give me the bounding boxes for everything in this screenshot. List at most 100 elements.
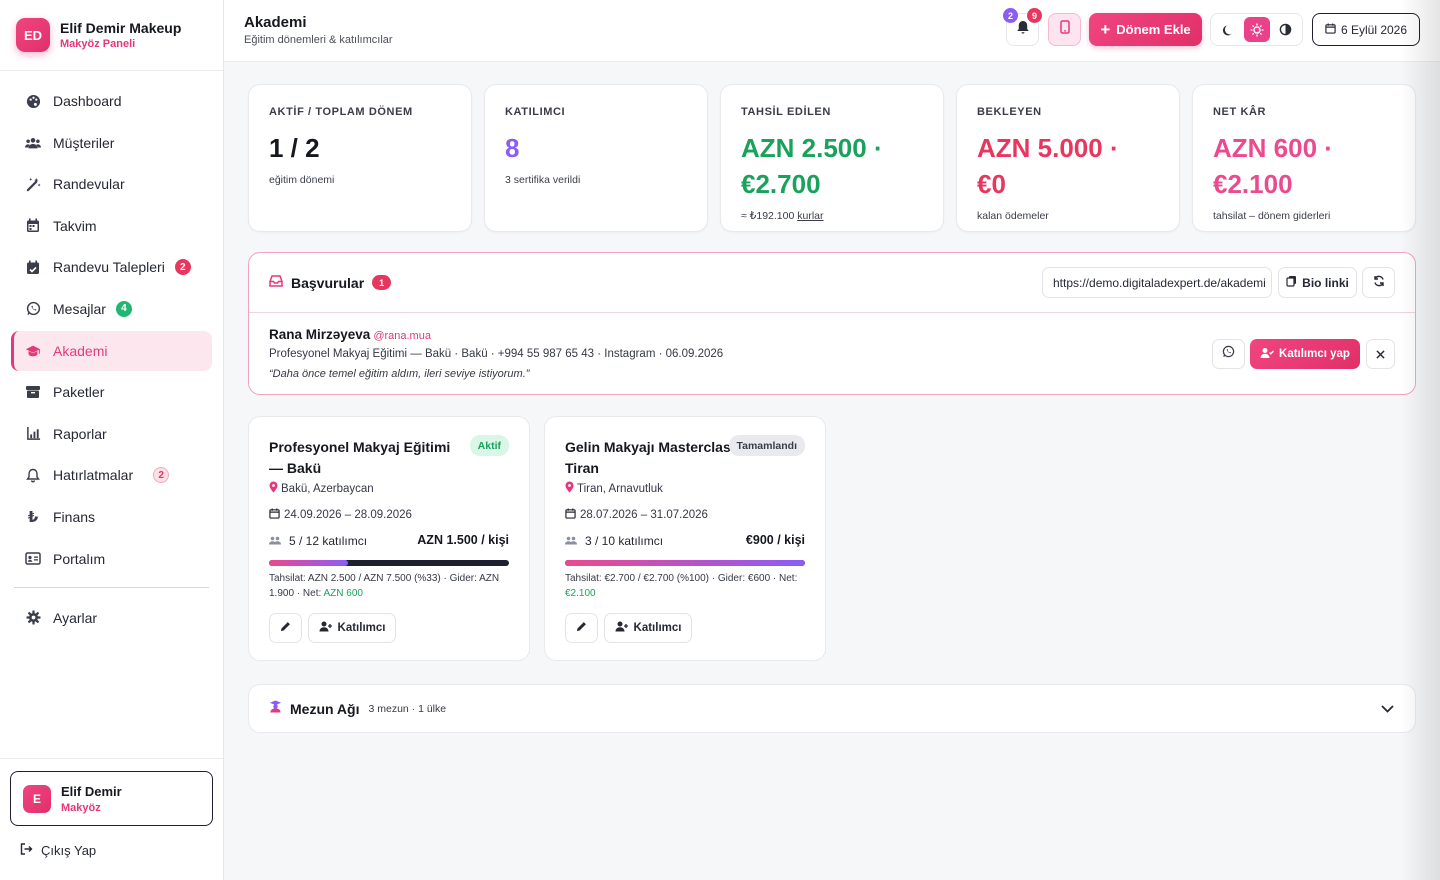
contrast-icon[interactable] (1272, 17, 1298, 42)
chevron-down-icon[interactable] (1380, 700, 1395, 722)
brand: ED Elif Demir Makeup Makyöz Paneli (0, 0, 223, 71)
program-dates: 28.07.2026 – 31.07.2026 (565, 508, 708, 522)
bio-link-button[interactable]: Bio linki (1278, 267, 1357, 298)
payment-progress-fill (269, 560, 349, 566)
sidebar-item-finans[interactable]: ₺ Finans (11, 497, 212, 537)
page-title: Akademi (244, 14, 307, 31)
status-badge: Aktif (469, 435, 509, 456)
program-dates-text: 24.09.2026 – 28.09.2026 (284, 509, 412, 521)
applicant-quote: “Daha önce temel eğitim aldım, ileri sev… (269, 368, 530, 380)
sidebar-item-label: Hatırlatmalar (53, 467, 134, 484)
alumni-meta: 3 mezun · 1 ülke (368, 702, 447, 715)
stat-value: AZN 600 · €2.100 (1213, 130, 1395, 202)
make-participant-button[interactable]: Katılımcı yap (1250, 339, 1360, 369)
stat-note: eğitim dönemi (269, 174, 335, 186)
stat-value-line2: €2.700 (741, 169, 821, 199)
stat-label: KATILIMCI (505, 106, 566, 118)
inbox-icon (269, 274, 283, 292)
program-price: AZN 1.500 / kişi (417, 533, 509, 547)
whatsapp-icon (1222, 345, 1235, 363)
stat-card-pending: BEKLEYEN AZN 5.000 · €0 kalan ödemeler (956, 84, 1180, 232)
program-net-value: €2.100 (565, 588, 596, 599)
calendar-icon (25, 218, 41, 234)
users-icon (269, 534, 281, 548)
program-participants-text: 3 / 10 katılımcı (585, 534, 664, 548)
top-header: Akademi Eğitim dönemleri & katılımcılar … (224, 0, 1440, 62)
stat-note: kalan ödemeler (977, 210, 1049, 222)
program-location-text: Tiran, Arnavutluk (577, 482, 663, 495)
user-name: Elif Demir (61, 783, 122, 799)
bio-url-field[interactable]: https://demo.digitaladexpert.de/akademi (1042, 267, 1272, 298)
sidebar-item-raporlar[interactable]: Raporlar (11, 414, 212, 454)
sidebar-item-label: Müşteriler (53, 134, 115, 151)
sidebar-item-paketler[interactable]: Paketler (11, 372, 212, 412)
stat-value: AZN 5.000 · €0 (977, 130, 1159, 202)
sidebar-item-akademi[interactable]: Akademi (11, 330, 212, 371)
add-participant-button[interactable]: Katılımcı (604, 613, 692, 643)
program-location: Bakü, Azerbaycan (269, 481, 374, 496)
logout-link[interactable]: Çıkış Yap (20, 843, 96, 858)
stat-card-participants: KATILIMCI 8 3 sertifika verildi (484, 84, 708, 232)
reject-button[interactable] (1366, 339, 1395, 369)
plus-icon: + (1100, 20, 1111, 39)
bio-link-label: Bio linki (1302, 275, 1349, 290)
palette-icon (25, 93, 41, 109)
user-card[interactable]: E Elif Demir Makyöz (10, 771, 213, 826)
sidebar-item-ayarlar[interactable]: Ayarlar (11, 598, 212, 638)
user-plus-icon (615, 621, 629, 635)
sidebar-item-randevu-talepleri[interactable]: Randevu Talepleri 2 (11, 247, 212, 287)
notifications-button[interactable]: 2 9 (1003, 8, 1042, 46)
sidebar-item-mesajlar[interactable]: Mesajlar 4 (11, 289, 212, 329)
program-card: Profesyonel Makyaj Eğitimi — Bakü Aktif … (248, 416, 530, 661)
program-participants: 5 / 12 katılımcı (269, 534, 367, 548)
sidebar-item-randevular[interactable]: Randevular (11, 164, 212, 204)
alumni-network-panel[interactable]: Mezun Ağı 3 mezun · 1 ülke (248, 684, 1416, 733)
moon-icon[interactable] (1215, 17, 1241, 42)
user-divider (0, 758, 223, 759)
applications-panel: Başvurular 1 https://demo.digitaladexper… (248, 252, 1416, 395)
sidebar-item-musteriler[interactable]: Müşteriler (11, 123, 212, 163)
sidebar-item-dashboard[interactable]: Dashboard (11, 81, 212, 121)
make-participant-label: Katılımcı yap (1279, 348, 1350, 360)
stat-note: 3 sertifika verildi (505, 174, 581, 186)
edit-button[interactable] (565, 613, 598, 643)
sidebar-item-hatirlatmalar[interactable]: Hatırlatmalar 2 (11, 455, 212, 495)
avatar: E (23, 784, 51, 813)
whatsapp-button[interactable] (1212, 339, 1245, 369)
payment-progress-bar (565, 560, 805, 566)
reminders-count-badge: 2 (153, 467, 170, 484)
requests-count-badge: 2 (174, 259, 191, 276)
add-participant-label: Katılımcı (633, 622, 682, 634)
edit-button[interactable] (269, 613, 302, 643)
refresh-button[interactable] (1362, 267, 1395, 298)
program-finance-summary: Tahsilat: AZN 2.500 / AZN 7.500 (%33) · … (269, 571, 509, 601)
whatsapp-icon (25, 301, 41, 317)
stat-value-line1: AZN 5.000 · (977, 133, 1119, 163)
sun-icon[interactable] (1243, 17, 1270, 42)
id-card-icon (25, 551, 41, 567)
date-display[interactable]: 6 Eylül 2026 (1312, 13, 1420, 46)
stat-value-line1: AZN 2.500 · (741, 133, 883, 163)
rates-link[interactable]: kurlar (797, 210, 823, 222)
sidebar-item-portalim[interactable]: Portalım (11, 539, 212, 579)
sidebar-item-takvim[interactable]: Takvim (11, 206, 212, 246)
graduation-cap-icon (25, 343, 41, 359)
mobile-preview-button[interactable] (1048, 13, 1081, 46)
sidebar-nav: Dashboard Müşteriler Randevular Takvim R… (0, 71, 223, 638)
sidebar-item-label: Finans (53, 508, 96, 525)
calendar-icon (565, 508, 576, 522)
sidebar-divider (14, 586, 209, 588)
program-dates-text: 28.07.2026 – 31.07.2026 (580, 509, 708, 521)
payment-progress-bar (269, 560, 509, 566)
add-participant-button[interactable]: Katılımcı (308, 613, 396, 643)
graduate-icon (269, 699, 282, 718)
applicant-handle[interactable]: @rana.mua (373, 330, 431, 342)
program-dates: 24.09.2026 – 28.09.2026 (269, 508, 412, 522)
stat-value-line1: AZN 600 · (1213, 133, 1333, 163)
add-term-button[interactable]: + Dönem Ekle (1089, 13, 1202, 46)
stat-card-net-profit: NET KÂR AZN 600 · €2.100 tahsilat – döne… (1192, 84, 1416, 232)
brand-name: Elif Demir Makeup (60, 20, 182, 36)
stat-label: NET KÂR (1213, 106, 1267, 118)
program-card: Gelin Makyajı Masterclass — Tiran Tamaml… (544, 416, 826, 661)
user-plus-icon (319, 621, 333, 635)
